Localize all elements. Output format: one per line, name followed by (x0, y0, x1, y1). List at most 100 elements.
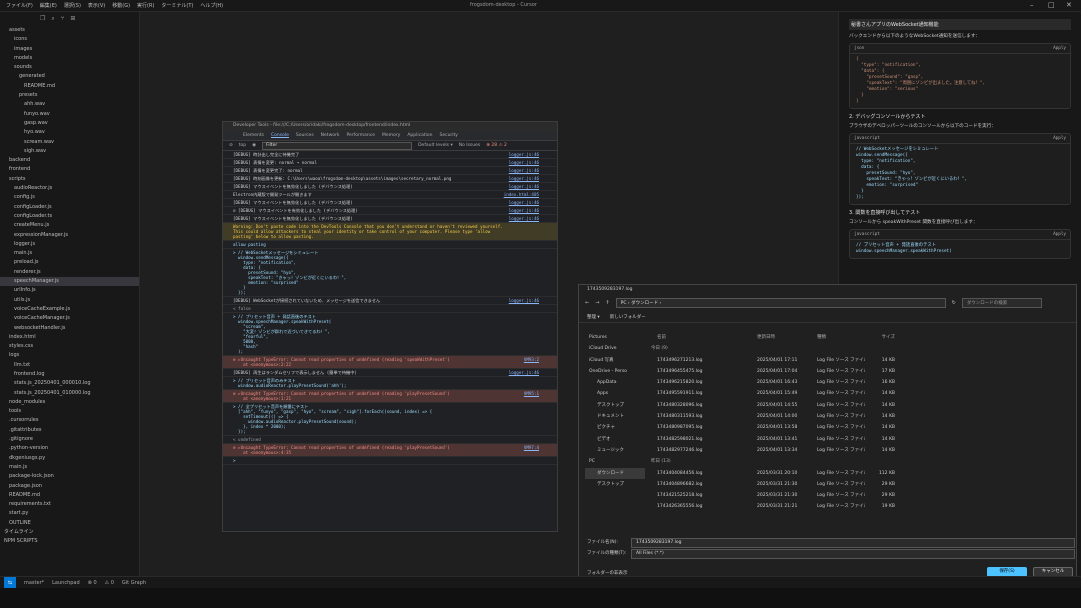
tree-item[interactable]: websocketHandler.js (0, 324, 139, 333)
refresh-icon[interactable]: ↻ (952, 300, 956, 306)
devtools-tab[interactable]: Application (407, 133, 432, 138)
nav-item[interactable]: Pictures (585, 332, 645, 343)
devtools-tab[interactable]: Console (270, 133, 289, 138)
devtools-tab[interactable]: Elements (243, 133, 264, 138)
tree-item[interactable]: .python-version (0, 444, 139, 453)
tree-item[interactable]: scripts (0, 175, 139, 184)
search-box[interactable]: ダウンロードの検索 (961, 298, 1042, 308)
back-icon[interactable]: ← (585, 300, 589, 306)
git-graph[interactable]: Git Graph (122, 580, 146, 586)
tree-item[interactable]: logger.js (0, 240, 139, 249)
warning-count[interactable]: ⚠ 0 (105, 580, 114, 586)
devtools-tab[interactable]: Memory (382, 133, 400, 138)
devtools-tab[interactable]: Network (321, 133, 340, 138)
menu-item[interactable]: ターミナル(T) (161, 2, 193, 9)
tree-item[interactable]: createMenu.js (0, 221, 139, 230)
tree-item[interactable]: funyo.wav (0, 110, 139, 119)
log-source-link[interactable]: logger.js:46 (509, 152, 539, 157)
levels-dropdown[interactable]: Default levels ▾ (418, 143, 453, 148)
close-icon[interactable]: ✕ (1066, 1, 1072, 9)
organize-button[interactable]: 整理 ▾ (587, 314, 600, 320)
menu-item[interactable]: 選択(S) (64, 2, 81, 9)
log-source-link[interactable]: logger.js:46 (509, 298, 539, 303)
remote-icon[interactable]: ⇆ (4, 576, 16, 589)
nav-item[interactable]: デスクトップ (585, 400, 645, 411)
tree-item[interactable]: gasp.wav (0, 119, 139, 128)
tree-item[interactable]: speechManager.js (0, 277, 139, 287)
tree-item[interactable]: urlInfo.js (0, 286, 139, 295)
sync-status[interactable]: Launchpad (52, 580, 80, 586)
tree-item[interactable]: audioReactor.js (0, 184, 139, 193)
group-header[interactable]: 昨日 (13) (647, 456, 1077, 467)
tree-item[interactable]: stats.js_20250401_000010.log (0, 379, 139, 388)
tree-item[interactable]: llm.txt (0, 361, 139, 370)
col-name[interactable]: 名前 (647, 332, 757, 343)
forward-icon[interactable]: → (595, 300, 599, 306)
log-source-link[interactable]: VM95:1 (524, 391, 539, 396)
tree-item[interactable]: .gitignore (0, 435, 139, 444)
file-row[interactable]: 1743495591911.log 2025/04/01 15:49 Log Fil… (647, 388, 1077, 399)
tree-item[interactable]: node_modules (0, 398, 139, 407)
log-source-link[interactable]: index.html:405 (504, 192, 539, 197)
tree-item[interactable]: configLoader.js (0, 203, 139, 212)
log-source-link[interactable]: VM97:4 (524, 445, 539, 450)
file-row[interactable]: 1743421525218.log 2025/03/31 21:30 Log Fil… (647, 490, 1077, 501)
tree-item[interactable]: images (0, 45, 139, 54)
filetype-select[interactable]: All Files (*.*) (631, 549, 1075, 559)
file-row[interactable]: 1743496215820.log 2025/04/01 16:43 Log Fil… (647, 377, 1077, 388)
tree-item[interactable]: stats.js_20250401_010000.log (0, 389, 139, 398)
tree-item[interactable]: icons (0, 35, 139, 44)
file-row[interactable]: 1743480311593.log 2025/04/01 14:00 Log Fil… (647, 411, 1077, 422)
apply-button[interactable]: Apply (1053, 136, 1066, 141)
menu-item[interactable]: 編集(E) (40, 2, 57, 9)
tree-item[interactable]: models (0, 54, 139, 63)
log-source-link[interactable]: logger.js:46 (509, 370, 539, 375)
log-source-link[interactable]: logger.js:46 (509, 184, 539, 189)
devtools-tab[interactable]: Performance (346, 133, 375, 138)
log-source-link[interactable]: logger.js:46 (509, 208, 539, 213)
file-row[interactable]: 1743496271213.log 2025/04/01 17:11 Log Fil… (647, 355, 1077, 366)
apply-button[interactable]: Apply (1053, 232, 1066, 237)
menu-item[interactable]: ヘルプ(H) (200, 2, 223, 9)
maximize-icon[interactable]: □ (1048, 1, 1055, 9)
tree-item[interactable]: utils.js (0, 296, 139, 305)
tree-item[interactable]: frontend (0, 165, 139, 174)
nav-item[interactable]: ドキュメント (585, 411, 645, 422)
group-header[interactable]: 今日 (9) (647, 343, 1077, 354)
tree-item[interactable]: scream.wav (0, 138, 139, 147)
file-row[interactable]: 1743404896682.log 2025/03/31 21:30 Log Fil… (647, 479, 1077, 490)
tree-item[interactable]: NPM SCRIPTS (0, 537, 139, 546)
extensions-icon[interactable]: ⊞ (70, 15, 75, 23)
context-select[interactable]: top (239, 143, 246, 148)
menu-item[interactable]: 移動(G) (112, 2, 130, 9)
tree-item[interactable]: hyo.wav (0, 128, 139, 137)
tree-item[interactable]: sigh.wav (0, 147, 139, 156)
files-icon[interactable]: ❐ (40, 15, 45, 23)
nav-item[interactable]: ダウンロード (585, 467, 645, 479)
nav-item[interactable]: ミュージック (585, 445, 645, 456)
file-row[interactable]: 1743404084456.log 2025/03/31 20:10 Log Fil… (647, 468, 1077, 479)
tree-item[interactable]: tools (0, 407, 139, 416)
tree-item[interactable]: frontend.log (0, 370, 139, 379)
tree-item[interactable]: OUTLINE (0, 519, 139, 528)
tree-item[interactable]: タイムライン (0, 528, 139, 537)
devtools-tab[interactable]: Security (439, 133, 457, 138)
up-icon[interactable]: ↑ (605, 300, 609, 306)
tree-item[interactable]: assets (0, 26, 139, 35)
nav-item[interactable]: iCloud Drive (585, 343, 645, 354)
file-row[interactable]: 1743482598021.log 2025/04/01 13:41 Log Fil… (647, 434, 1077, 445)
tree-item[interactable]: package.json (0, 482, 139, 491)
tree-item[interactable]: configLoader.ts (0, 212, 139, 221)
tree-item[interactable]: logs (0, 351, 139, 360)
log-source-link[interactable]: VM93:2 (524, 357, 539, 362)
tree-item[interactable]: ahh.wav (0, 100, 139, 109)
filename-input[interactable]: 1743509283197.log (631, 538, 1075, 548)
menu-item[interactable]: 実行(R) (137, 2, 154, 9)
file-row[interactable]: 1743496455475.log 2025/04/01 17:04 Log Fil… (647, 366, 1077, 377)
tree-item[interactable]: .cursorrules (0, 416, 139, 425)
branch[interactable]: master* (24, 580, 44, 586)
menu-item[interactable]: ファイル(F) (6, 2, 33, 9)
nav-item[interactable]: AppData (585, 377, 645, 388)
col-date[interactable]: 更新日時 (757, 332, 817, 343)
tree-item[interactable]: preload.js (0, 258, 139, 267)
